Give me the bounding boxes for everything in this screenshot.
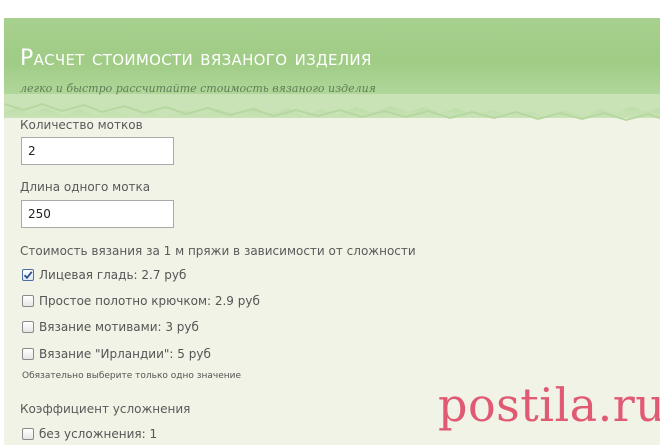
pricing-option-motifs[interactable]: Вязание мотивами: 3 руб (22, 320, 199, 334)
page-title: Расчет стоимости вязаного изделия (20, 46, 372, 71)
checkbox[interactable] (22, 348, 34, 360)
pricing-option-label: Вязание "Ирландии": 5 руб (39, 347, 211, 361)
watermark-logo: postila.ru (438, 378, 660, 432)
skein-length-label: Длина одного мотка (20, 180, 151, 194)
pricing-option-irish-lace[interactable]: Вязание "Ирландии": 5 руб (22, 347, 211, 361)
calculator-page: Расчет стоимости вязаного изделия легко … (4, 18, 660, 445)
complexity-label: Коэффициент усложнения (20, 402, 191, 416)
page-subtitle: легко и быстро рассчитайте стоимость вяз… (20, 82, 376, 95)
complexity-option-none[interactable]: без усложнения: 1 (22, 427, 157, 441)
pricing-option-crochet[interactable]: Простое полотно крючком: 2.9 руб (22, 294, 260, 308)
checkmark-icon (23, 271, 33, 280)
pricing-option-label: Простое полотно крючком: 2.9 руб (39, 294, 260, 308)
checkbox-checked[interactable] (22, 269, 34, 281)
checkbox[interactable] (22, 295, 34, 307)
checkbox[interactable] (22, 428, 34, 440)
pricing-option-label: Вязание мотивами: 3 руб (39, 320, 199, 334)
pricing-note: Обязательно выберите только одно значени… (22, 371, 242, 381)
skeins-label: Количество мотков (20, 118, 143, 132)
complexity-option-label: без усложнения: 1 (39, 427, 158, 441)
pricing-option-label: Лицевая гладь: 2.7 руб (39, 268, 187, 282)
skeins-input[interactable] (21, 137, 174, 165)
skein-length-input[interactable] (21, 200, 174, 228)
pricing-option-stockinette[interactable]: Лицевая гладь: 2.7 руб (22, 268, 186, 282)
pricing-label: Стоимость вязания за 1 м пряжи в зависим… (20, 244, 416, 258)
checkbox[interactable] (22, 321, 34, 333)
